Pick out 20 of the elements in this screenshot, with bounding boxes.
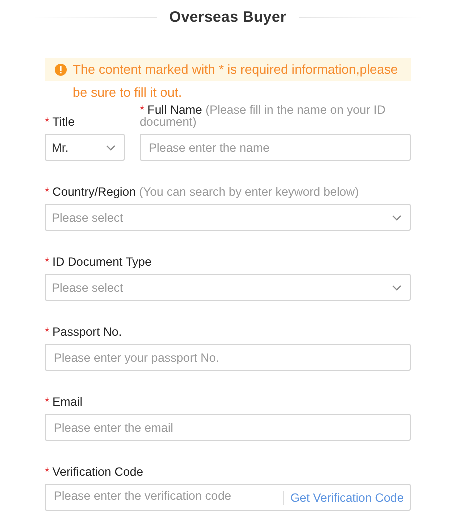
field-label: * Full Name (Please fill in the name on your ID document): [140, 104, 387, 128]
get-code-button[interactable]: Get Verification Code: [282, 491, 404, 505]
input-field[interactable]: Please enter the email: [45, 414, 411, 441]
section-title: Overseas Buyer: [169, 8, 287, 26]
field-label: * Title: [45, 116, 76, 128]
dropdown[interactable]: Please select: [45, 204, 411, 231]
chevron-down-icon: [106, 144, 116, 150]
field-label: * ID Document Type: [45, 256, 153, 268]
exclamation-icon: [55, 64, 67, 76]
field-label: * Verification Code: [45, 466, 144, 478]
chevron-down-icon: [392, 214, 402, 220]
field-label: * Passport No.: [45, 326, 124, 338]
notice-text: The content marked with * is required information,please be sure to fill it out.: [73, 61, 400, 102]
field-label: * Email: [45, 396, 84, 408]
input-field[interactable]: Please enter your passport No.: [45, 344, 411, 371]
dropdown[interactable]: Please select: [45, 274, 411, 301]
field-label: * Country/Region (You can search by enter keyword below): [45, 186, 360, 198]
chevron-down-icon: [392, 284, 402, 290]
input-field[interactable]: Please enter the name: [140, 134, 411, 161]
dropdown[interactable]: Mr.: [45, 134, 125, 161]
